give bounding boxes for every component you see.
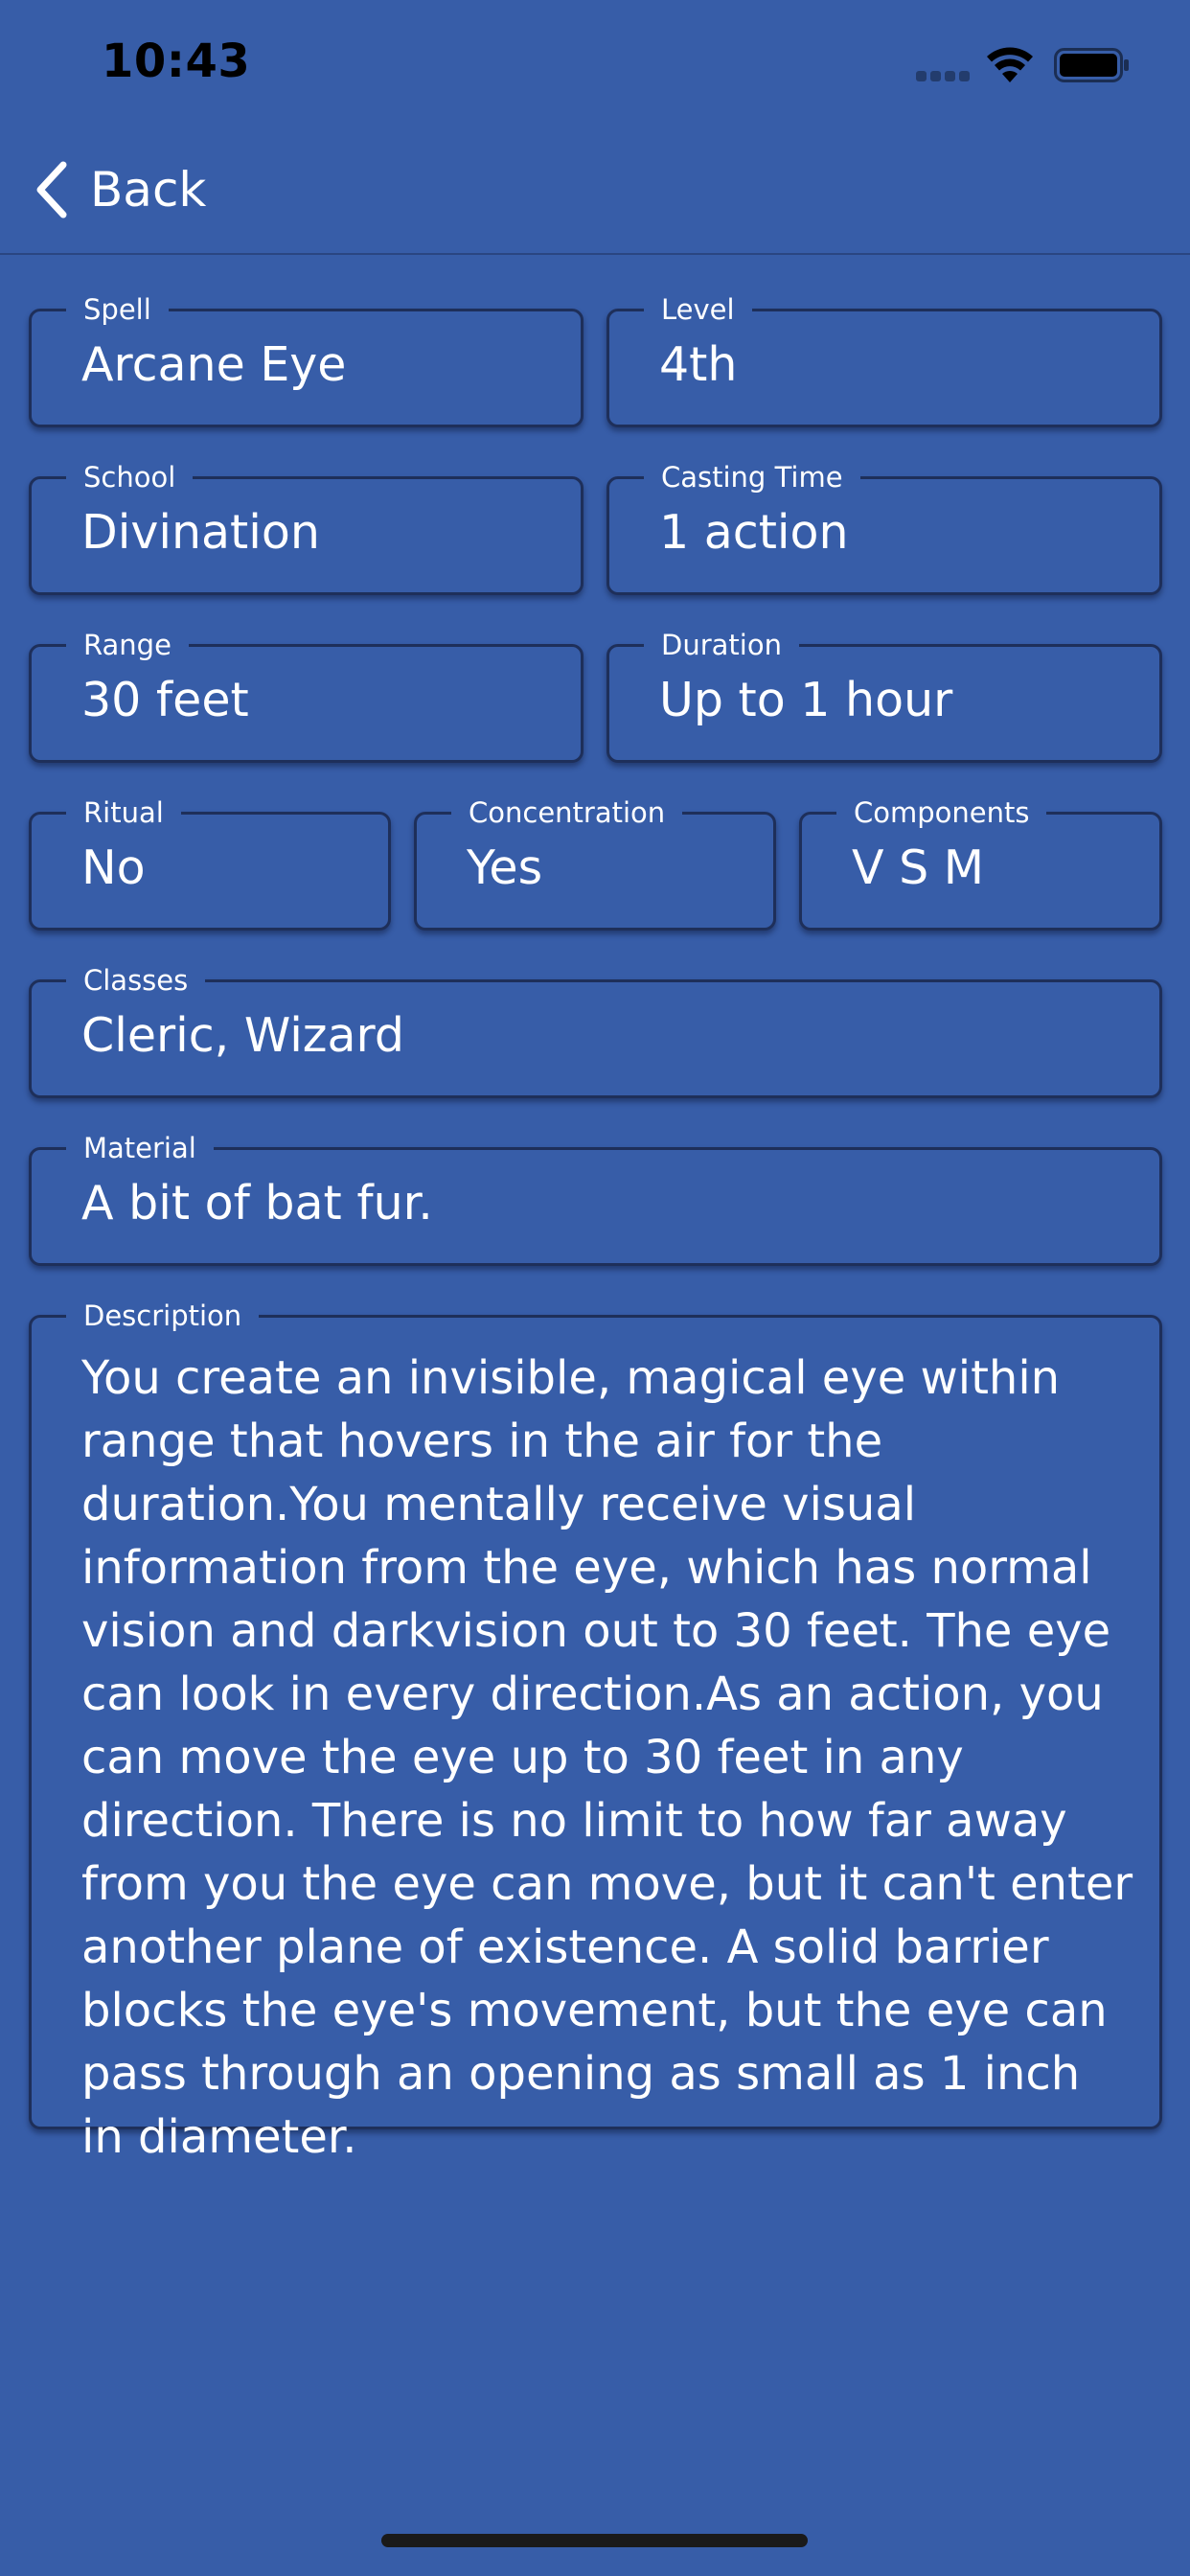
material-field[interactable]: Material A bit of bat fur. <box>29 1129 1162 1266</box>
spell-value: Arcane Eye <box>81 337 347 392</box>
ritual-label: Ritual <box>66 794 181 832</box>
duration-field[interactable]: Duration Up to 1 hour <box>606 626 1162 763</box>
components-value: V S M <box>852 840 985 895</box>
home-indicator[interactable] <box>381 2534 808 2547</box>
classes-field[interactable]: Classes Cleric, Wizard <box>29 961 1162 1098</box>
range-value: 30 feet <box>81 673 249 727</box>
concentration-value: Yes <box>467 840 543 895</box>
school-field[interactable]: School Divination <box>29 458 584 595</box>
casting-time-label: Casting Time <box>644 458 860 496</box>
cellular-signal-icon <box>916 71 970 82</box>
back-label: Back <box>90 162 207 218</box>
range-label: Range <box>66 626 189 664</box>
casting-time-value: 1 action <box>659 505 849 560</box>
description-field[interactable]: Description You create an invisible, mag… <box>29 1297 1162 2164</box>
level-value: 4th <box>659 337 738 392</box>
concentration-field[interactable]: Concentration Yes <box>414 794 776 931</box>
classes-value: Cleric, Wizard <box>81 1008 404 1063</box>
range-field[interactable]: Range 30 feet <box>29 626 584 763</box>
school-label: School <box>66 458 194 496</box>
material-label: Material <box>66 1129 214 1167</box>
battery-icon <box>1054 48 1129 82</box>
ritual-field[interactable]: Ritual No <box>29 794 391 931</box>
description-label: Description <box>66 1297 260 1335</box>
concentration-label: Concentration <box>451 794 683 832</box>
status-bar: 10:43 <box>0 0 1190 126</box>
chevron-left-icon <box>36 161 67 218</box>
material-value: A bit of bat fur. <box>81 1176 433 1230</box>
back-button[interactable]: Back <box>33 155 206 224</box>
status-time: 10:43 <box>102 34 251 88</box>
ritual-value: No <box>81 840 146 895</box>
components-label: Components <box>836 794 1047 832</box>
components-field[interactable]: Components V S M <box>799 794 1162 931</box>
duration-value: Up to 1 hour <box>659 673 953 727</box>
description-value: You create an invisible, magical eye wit… <box>81 1351 1133 2164</box>
duration-label: Duration <box>644 626 799 664</box>
classes-label: Classes <box>66 961 206 1000</box>
casting-time-field[interactable]: Casting Time 1 action <box>606 458 1162 595</box>
wifi-icon <box>987 47 1033 82</box>
level-label: Level <box>644 290 752 329</box>
school-value: Divination <box>81 505 320 560</box>
spell-label: Spell <box>66 290 169 329</box>
spell-field[interactable]: Spell Arcane Eye <box>29 290 584 427</box>
navigation-bar: Back <box>0 126 1190 255</box>
level-field[interactable]: Level 4th <box>606 290 1162 427</box>
